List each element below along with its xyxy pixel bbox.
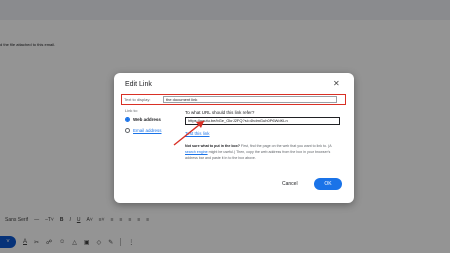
url-input[interactable]: https://youtu.be/bGe_GkrJ2FQ?si=4hdmGuh0…	[185, 117, 340, 125]
help-bold: Not sure what to put in the box?	[185, 144, 240, 148]
text-to-display-label: Text to display:	[124, 97, 151, 102]
text-to-display-highlight: Text to display: the document link	[121, 94, 346, 105]
link-to-label: Link to:	[125, 108, 138, 113]
help-part2: might be useful.) Then, copy the web add…	[185, 149, 331, 160]
close-icon[interactable]: ✕	[333, 80, 340, 88]
help-part1: First, find the page on the web that you…	[239, 144, 332, 148]
email-address-radio[interactable]	[125, 128, 130, 133]
text-to-display-input[interactable]: the document link	[163, 96, 337, 103]
test-link[interactable]: Test this link	[185, 131, 210, 136]
edit-link-dialog: Edit Link ✕ Text to display: the documen…	[114, 73, 354, 203]
web-address-radio[interactable]	[125, 117, 130, 122]
help-text: Not sure what to put in the box? First, …	[185, 144, 343, 161]
email-address-option[interactable]: Email address	[125, 128, 162, 133]
search-engine-link[interactable]: search engine	[185, 150, 208, 154]
url-question: To what URL should this link refer?	[185, 110, 255, 115]
ok-button[interactable]: OK	[314, 178, 342, 190]
web-address-option[interactable]: Web address	[125, 117, 161, 122]
cancel-button[interactable]: Cancel	[282, 181, 298, 187]
dialog-title: Edit Link	[125, 81, 152, 88]
email-address-label[interactable]: Email address	[133, 128, 162, 133]
web-address-label[interactable]: Web address	[133, 117, 161, 122]
